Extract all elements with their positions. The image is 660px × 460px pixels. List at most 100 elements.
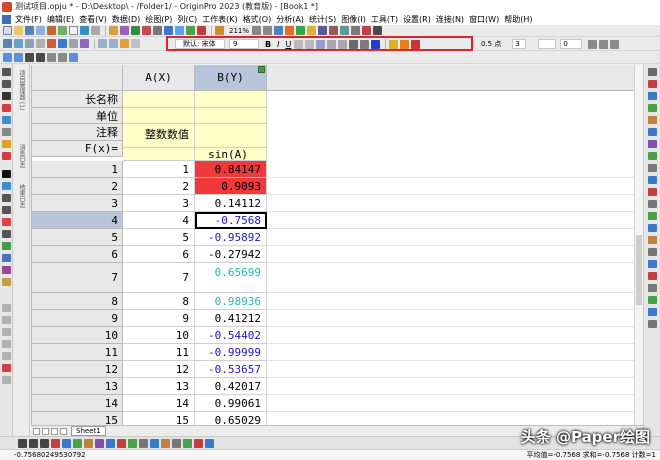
formula-cell-b[interactable]: sin(A) <box>195 148 267 161</box>
text-tool-icon[interactable] <box>2 170 11 178</box>
bar-small-icon[interactable] <box>62 438 71 448</box>
print-icon[interactable] <box>142 26 151 35</box>
spacing-input[interactable]: 3 <box>512 39 527 49</box>
prev-sheet-icon[interactable] <box>42 427 49 435</box>
line-color-icon[interactable] <box>411 39 421 49</box>
screen-reader-icon[interactable] <box>2 116 11 124</box>
statistics-icon[interactable] <box>80 39 89 48</box>
excel-icon[interactable] <box>131 26 140 35</box>
new-workbook-icon[interactable] <box>36 26 45 35</box>
copy-page-icon[interactable] <box>153 26 162 35</box>
row-header[interactable]: 1 <box>32 161 123 178</box>
row-header[interactable]: 6 <box>32 246 123 263</box>
stock-plot-icon[interactable] <box>648 200 657 208</box>
cell-a[interactable]: 14 <box>123 395 195 412</box>
corner-cell[interactable] <box>32 65 123 91</box>
menu-format[interactable]: 格式(O) <box>243 14 272 25</box>
cell-b[interactable]: -0.99999 <box>195 344 267 361</box>
pointer-icon[interactable] <box>2 68 11 76</box>
line-tool-icon[interactable] <box>2 194 11 202</box>
move-right-icon[interactable] <box>36 52 45 62</box>
row-header[interactable]: 14 <box>32 395 123 412</box>
messages-icon[interactable] <box>329 26 339 35</box>
meta-cell[interactable] <box>195 124 267 148</box>
line-symbol-small-icon[interactable] <box>40 438 49 448</box>
box-small-icon[interactable] <box>95 438 104 448</box>
sort-icon[interactable] <box>69 39 78 48</box>
line-icon[interactable] <box>18 438 27 448</box>
surface-small-icon[interactable] <box>128 438 137 448</box>
statistics-plot-icon[interactable] <box>648 164 657 172</box>
waterfall-small-icon[interactable] <box>194 438 203 448</box>
row-header[interactable]: 15 <box>32 412 123 425</box>
cell-b[interactable]: 0.65029 <box>195 412 267 425</box>
recalculate-icon[interactable] <box>186 26 195 35</box>
menu-image[interactable]: 图像(I) <box>341 14 366 25</box>
cell-b[interactable]: 0.65699 <box>195 263 267 293</box>
redo-icon[interactable] <box>109 39 118 48</box>
import-wizard-icon[interactable] <box>120 26 129 35</box>
ternary-plot-icon[interactable] <box>648 188 657 196</box>
import-icon[interactable] <box>109 26 118 35</box>
tab-messages-log[interactable]: 消息日志 <box>16 144 26 168</box>
box-plot-icon[interactable] <box>648 248 657 256</box>
arrow-tool-icon[interactable] <box>2 182 11 190</box>
cell-b[interactable]: 0.84147 <box>195 161 267 178</box>
back-icon[interactable] <box>58 52 67 62</box>
column-plot-icon[interactable] <box>648 104 657 112</box>
matrix-plot-icon[interactable] <box>648 308 657 316</box>
new-layout-icon[interactable] <box>80 26 89 35</box>
cell-a[interactable]: 11 <box>123 344 195 361</box>
menu-edit[interactable]: 编辑(E) <box>47 14 74 25</box>
arrow-left-icon[interactable] <box>3 52 12 62</box>
annotation-icon[interactable] <box>2 140 11 148</box>
mask-icon[interactable] <box>2 152 11 160</box>
vector-icon[interactable] <box>648 284 657 292</box>
underline-button[interactable]: U <box>285 40 291 49</box>
learning-center-icon[interactable] <box>351 26 361 35</box>
meta-cell[interactable] <box>123 108 195 124</box>
template-icon[interactable] <box>648 260 657 268</box>
stock-small-icon[interactable] <box>161 438 170 448</box>
menu-help[interactable]: 帮助(H) <box>504 14 532 25</box>
rescale-icon[interactable] <box>2 376 11 384</box>
paint-icon[interactable] <box>120 39 129 48</box>
tab-project-explorer[interactable]: 项目管理器 (1) <box>16 70 26 110</box>
menu-connect[interactable]: 连接(N) <box>436 14 464 25</box>
border-style-icon[interactable] <box>599 39 609 49</box>
column-small-icon[interactable] <box>51 438 60 448</box>
subscript-icon[interactable] <box>305 39 315 49</box>
undo-icon[interactable] <box>98 39 107 48</box>
insert-image-icon[interactable] <box>2 266 11 274</box>
open-icon[interactable] <box>14 26 23 35</box>
area-small-icon[interactable] <box>73 438 82 448</box>
cell-b[interactable]: -0.54402 <box>195 327 267 344</box>
insert-table-icon[interactable] <box>2 254 11 262</box>
cell-a[interactable]: 10 <box>123 327 195 344</box>
stop-icon[interactable] <box>197 26 206 35</box>
vector-small-icon[interactable] <box>172 438 181 448</box>
cell-a[interactable]: 3 <box>123 195 195 212</box>
column-header-b[interactable]: B(Y) <box>195 65 267 91</box>
cell-b[interactable]: -0.53657 <box>195 361 267 378</box>
area-plot-icon[interactable] <box>648 128 657 136</box>
contour-icon[interactable] <box>648 140 657 148</box>
pie-small-icon[interactable] <box>84 438 93 448</box>
cell-b[interactable]: 0.41212 <box>195 310 267 327</box>
menu-view[interactable]: 查看(V) <box>79 14 107 25</box>
scrollbar-thumb[interactable] <box>636 235 642 305</box>
polar-plot-icon[interactable] <box>648 176 657 184</box>
font-name-select[interactable]: 默认: 宋体 <box>175 39 225 49</box>
zoom-level[interactable]: 211% <box>229 27 249 35</box>
italic-button[interactable]: I <box>277 40 279 49</box>
menu-analysis[interactable]: 分析(A) <box>276 14 304 25</box>
move-icon[interactable] <box>2 92 11 100</box>
scatter-plot-icon[interactable] <box>648 80 657 88</box>
fill-color-icon[interactable] <box>389 39 399 49</box>
insert-graph-icon[interactable] <box>2 242 11 250</box>
contour-small-icon[interactable] <box>117 438 126 448</box>
save-icon[interactable] <box>25 26 34 35</box>
polar-small-icon[interactable] <box>139 438 148 448</box>
menu-statistics[interactable]: 统计(S) <box>309 14 336 25</box>
project-explorer-icon[interactable] <box>318 26 328 35</box>
